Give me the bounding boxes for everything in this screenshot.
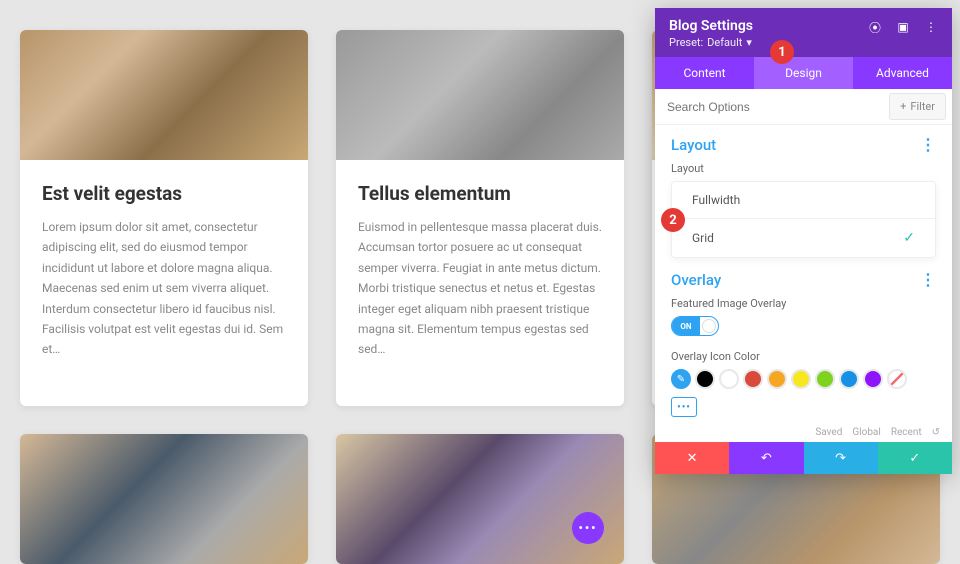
card-excerpt: Lorem ipsum dolor sit amet, consectetur … xyxy=(42,217,286,360)
swatch-orange[interactable] xyxy=(767,369,787,389)
card-image[interactable] xyxy=(20,434,308,564)
swatch-white[interactable] xyxy=(719,369,739,389)
section-title-overlay[interactable]: Overlay xyxy=(671,271,721,289)
toggle-knob xyxy=(702,319,716,333)
swatch-green[interactable] xyxy=(815,369,835,389)
preset-value: Default xyxy=(707,36,742,49)
tab-content[interactable]: Content xyxy=(655,57,754,89)
section-menu-icon[interactable]: ⋮ xyxy=(920,270,936,289)
card-image[interactable] xyxy=(20,30,308,160)
close-button[interactable]: ✕ xyxy=(655,442,729,474)
expand-colors-button[interactable]: ••• xyxy=(671,397,697,417)
tab-design[interactable]: Design xyxy=(754,57,853,89)
blog-settings-panel: Blog Settings Preset: Default ▾ ⦿ ▣ ⋮ Co… xyxy=(655,8,952,474)
blog-card: ••• xyxy=(336,434,624,564)
blog-card xyxy=(20,434,308,564)
expand-icon[interactable]: ▣ xyxy=(892,16,914,38)
card-image[interactable] xyxy=(336,434,624,564)
swatch-red[interactable] xyxy=(743,369,763,389)
overlay-section: Overlay ⋮ Featured Image Overlay ON Over… xyxy=(655,266,952,425)
status-saved[interactable]: Saved xyxy=(815,427,842,438)
card-title[interactable]: Est velit egestas xyxy=(42,182,286,205)
section-menu-icon[interactable]: ⋮ xyxy=(920,135,936,154)
layout-section: Layout ⋮ Layout Fullwidth Grid ✓ xyxy=(655,125,952,266)
annotation-badge-2: 2 xyxy=(661,208,685,232)
search-input[interactable] xyxy=(655,91,889,123)
action-bar: ✕ ↶ ↷ ✓ xyxy=(655,442,952,474)
layout-options: Fullwidth Grid ✓ xyxy=(671,181,936,258)
module-options-fab[interactable]: ••• xyxy=(572,512,604,544)
help-icon[interactable]: ⦿ xyxy=(864,16,886,38)
swatch-yellow[interactable] xyxy=(791,369,811,389)
chevron-down-icon: ▾ xyxy=(746,36,752,49)
swatch-none[interactable] xyxy=(887,369,907,389)
blog-card: Tellus elementum Euismod in pellentesque… xyxy=(336,30,624,406)
reset-icon[interactable]: ↺ xyxy=(932,427,940,438)
redo-button[interactable]: ↷ xyxy=(804,442,878,474)
swatch-blue[interactable] xyxy=(839,369,859,389)
status-recent[interactable]: Recent xyxy=(891,427,922,438)
swatch-purple[interactable] xyxy=(863,369,883,389)
panel-header: Blog Settings Preset: Default ▾ ⦿ ▣ ⋮ xyxy=(655,8,952,57)
panel-header-actions: ⦿ ▣ ⋮ xyxy=(864,16,942,38)
blog-card: Est velit egestas Lorem ipsum dolor sit … xyxy=(20,30,308,406)
filter-button[interactable]: + Filter xyxy=(889,93,946,120)
option-label: Fullwidth xyxy=(692,193,740,207)
undo-button[interactable]: ↶ xyxy=(729,442,803,474)
card-title[interactable]: Tellus elementum xyxy=(358,182,602,205)
card-image[interactable] xyxy=(336,30,624,160)
plus-icon: + xyxy=(900,100,906,113)
tab-advanced[interactable]: Advanced xyxy=(853,57,952,89)
save-button[interactable]: ✓ xyxy=(878,442,952,474)
status-global[interactable]: Global xyxy=(852,427,880,438)
more-vert-icon[interactable]: ⋮ xyxy=(920,16,942,38)
toggle-on-label: ON xyxy=(672,317,700,335)
settings-tabs: Content Design Advanced xyxy=(655,57,952,89)
annotation-badge-1: 1 xyxy=(770,40,794,64)
overlay-toggle[interactable]: ON xyxy=(671,316,719,336)
eyedropper-icon[interactable]: ✎ xyxy=(671,369,691,389)
layout-field-label: Layout xyxy=(671,162,936,175)
card-excerpt: Euismod in pellentesque massa placerat d… xyxy=(358,217,602,360)
section-title-layout[interactable]: Layout xyxy=(671,136,716,154)
color-swatches: ✎ xyxy=(671,369,936,389)
check-icon: ✓ xyxy=(903,230,915,246)
overlay-color-label: Overlay Icon Color xyxy=(671,350,936,363)
layout-option-grid[interactable]: Grid ✓ xyxy=(672,218,935,257)
option-label: Grid xyxy=(692,231,714,245)
overlay-field-label: Featured Image Overlay xyxy=(671,297,936,310)
status-row: Saved Global Recent ↺ xyxy=(655,425,952,442)
layout-option-fullwidth[interactable]: Fullwidth xyxy=(672,182,935,218)
swatch-black[interactable] xyxy=(695,369,715,389)
filter-label: Filter xyxy=(910,100,935,113)
preset-label: Preset: xyxy=(669,36,703,49)
search-bar: + Filter xyxy=(655,89,952,125)
